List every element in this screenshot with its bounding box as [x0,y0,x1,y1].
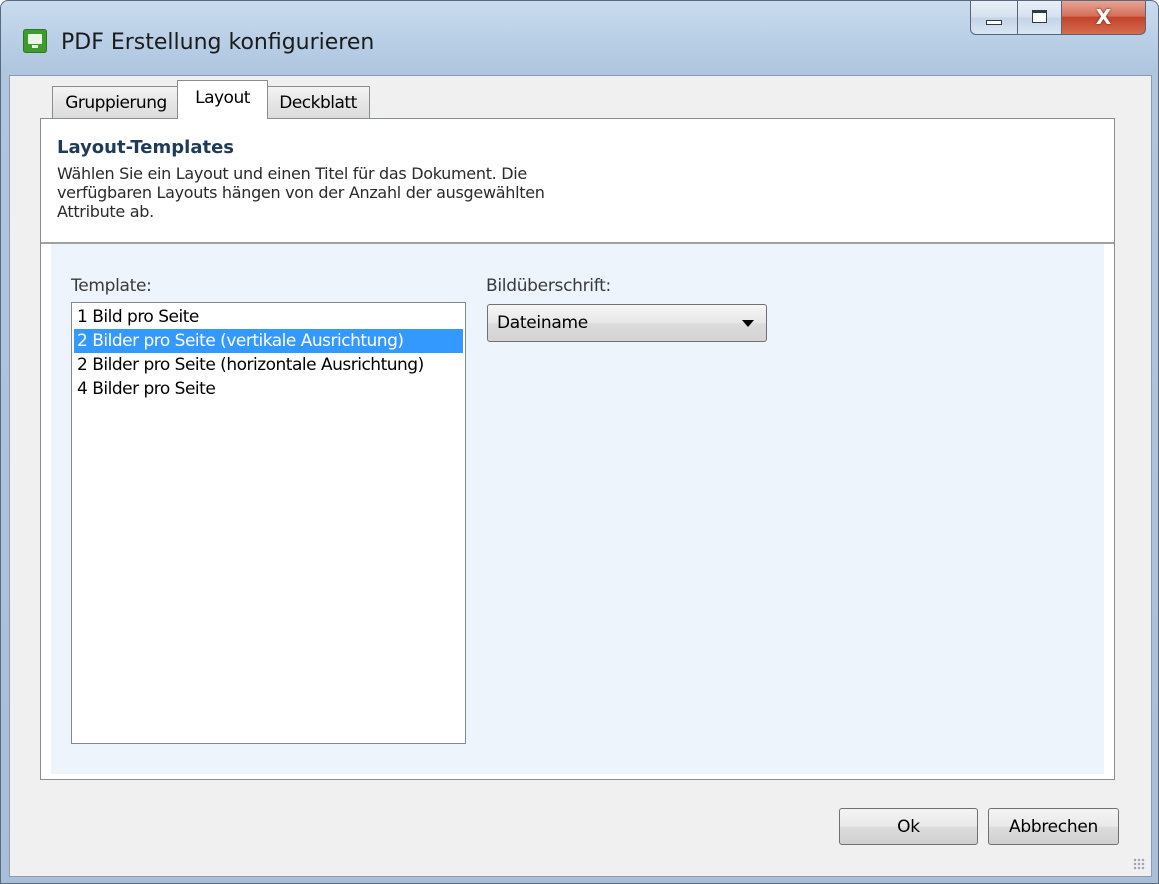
maximize-button[interactable] [1018,1,1062,35]
tab-gruppierung[interactable]: Gruppierung [52,86,180,118]
dialog-client-area: Gruppierung Layout Deckblatt Layout-Temp… [9,75,1152,877]
template-listbox[interactable]: 1 Bild pro Seite 2 Bilder pro Seite (ver… [71,302,466,744]
template-list-item-selected[interactable]: 2 Bilder pro Seite (vertikale Ausrichtun… [74,329,463,353]
template-list-item[interactable]: 4 Bilder pro Seite [74,377,463,401]
caption-buttons: X [970,1,1146,35]
tab-deckblatt[interactable]: Deckblatt [266,86,370,118]
template-list-item[interactable]: 2 Bilder pro Seite (horizontale Ausricht… [74,353,463,377]
template-list-item[interactable]: 1 Bild pro Seite [74,305,463,329]
template-label: Template: [71,276,152,296]
dialog-window: PDF Erstellung konfigurieren X Gruppieru… [0,0,1159,884]
pdf-app-icon [23,29,47,53]
cancel-button[interactable]: Abbrechen [988,808,1119,845]
ok-button[interactable]: Ok [839,808,978,845]
window-title: PDF Erstellung konfigurieren [61,30,375,55]
close-icon: X [1095,5,1112,29]
layout-tab-page: Layout-Templates Wählen Sie ein Layout u… [40,118,1115,780]
resize-grip[interactable] [1133,858,1145,870]
caption-label: Bildüberschrift: [486,276,611,296]
close-button[interactable]: X [1062,1,1146,35]
chevron-down-icon [742,320,754,327]
title-bar[interactable]: PDF Erstellung konfigurieren X [1,1,1158,75]
caption-dropdown-value: Dateiname [497,313,588,333]
section-title: Layout-Templates [57,137,234,158]
caption-dropdown[interactable]: Dateiname [487,304,767,342]
minimize-button[interactable] [970,1,1018,35]
section-description: Wählen Sie ein Layout und einen Titel fü… [57,164,545,221]
maximize-icon [1032,10,1047,23]
tab-layout[interactable]: Layout [177,80,268,119]
minimize-icon [986,20,1002,25]
header-block: Layout-Templates Wählen Sie ein Layout u… [41,119,1114,244]
settings-area: Template: 1 Bild pro Seite 2 Bilder pro … [51,244,1104,774]
